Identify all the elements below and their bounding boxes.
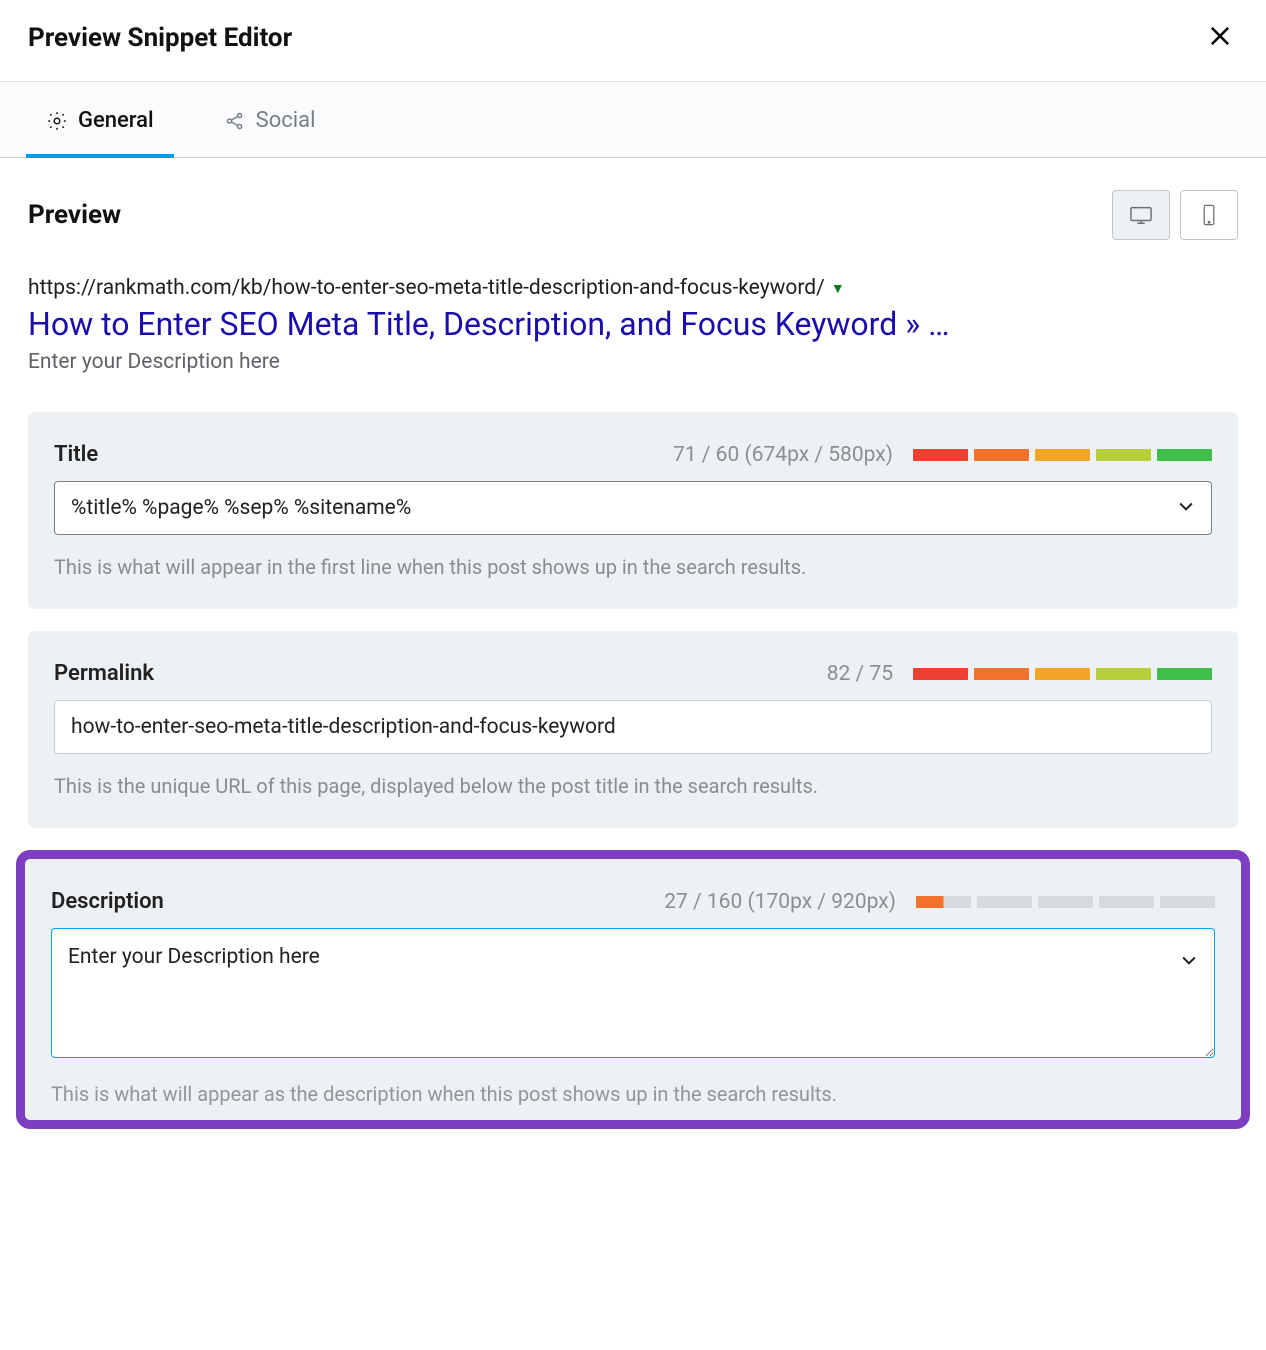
tab-general[interactable]: General xyxy=(36,82,164,157)
serp-url-dropdown-icon[interactable]: ▼ xyxy=(831,280,845,297)
title-input[interactable] xyxy=(54,481,1212,535)
serp-preview: https://rankmath.com/kb/how-to-enter-seo… xyxy=(28,276,1238,374)
gear-icon xyxy=(46,110,68,132)
serp-description: Enter your Description here xyxy=(28,350,1238,374)
permalink-label: Permalink xyxy=(54,661,154,686)
serp-title: How to Enter SEO Meta Title, Description… xyxy=(28,304,1238,344)
preview-heading: Preview xyxy=(28,200,121,230)
share-icon xyxy=(224,110,246,132)
description-strength-bar xyxy=(916,896,1215,908)
permalink-strength-bar xyxy=(913,668,1212,680)
tab-bar: General Social xyxy=(0,82,1266,158)
modal-header: Preview Snippet Editor xyxy=(0,0,1266,82)
title-strength-bar xyxy=(913,449,1212,461)
description-label: Description xyxy=(51,889,164,914)
description-textarea[interactable] xyxy=(51,928,1215,1058)
description-help-text: This is what will appear as the descript… xyxy=(51,1080,1215,1108)
desktop-icon xyxy=(1127,204,1155,226)
mobile-icon xyxy=(1201,203,1217,227)
title-panel: Title 71 / 60 (674px / 580px) This is wh… xyxy=(28,412,1238,609)
description-counter: 27 / 160 (170px / 920px) xyxy=(664,890,896,914)
tab-social-label: Social xyxy=(256,108,316,133)
modal-title: Preview Snippet Editor xyxy=(28,23,292,53)
title-help-text: This is what will appear in the first li… xyxy=(54,553,1212,581)
tab-social[interactable]: Social xyxy=(214,82,326,157)
description-panel: Description 27 / 160 (170px / 920px) Thi… xyxy=(25,859,1241,1120)
permalink-input[interactable] xyxy=(54,700,1212,754)
serp-url: https://rankmath.com/kb/how-to-enter-seo… xyxy=(28,276,825,300)
preview-header-row: Preview xyxy=(28,190,1238,240)
description-highlight-box: Description 27 / 160 (170px / 920px) Thi… xyxy=(16,850,1250,1129)
permalink-help-text: This is the unique URL of this page, dis… xyxy=(54,772,1212,800)
title-counter: 71 / 60 (674px / 580px) xyxy=(673,443,893,467)
tab-general-label: General xyxy=(78,108,154,133)
close-icon xyxy=(1206,22,1234,50)
preview-device-toggle xyxy=(1112,190,1238,240)
close-button[interactable] xyxy=(1202,18,1238,57)
content-area: Preview https://rankmath.com/kb/how-to-e… xyxy=(0,158,1266,1139)
mobile-preview-button[interactable] xyxy=(1180,190,1238,240)
permalink-panel: Permalink 82 / 75 This is the unique URL… xyxy=(28,631,1238,828)
desktop-preview-button[interactable] xyxy=(1112,190,1170,240)
title-label: Title xyxy=(54,442,98,467)
permalink-counter: 82 / 75 xyxy=(827,662,893,686)
